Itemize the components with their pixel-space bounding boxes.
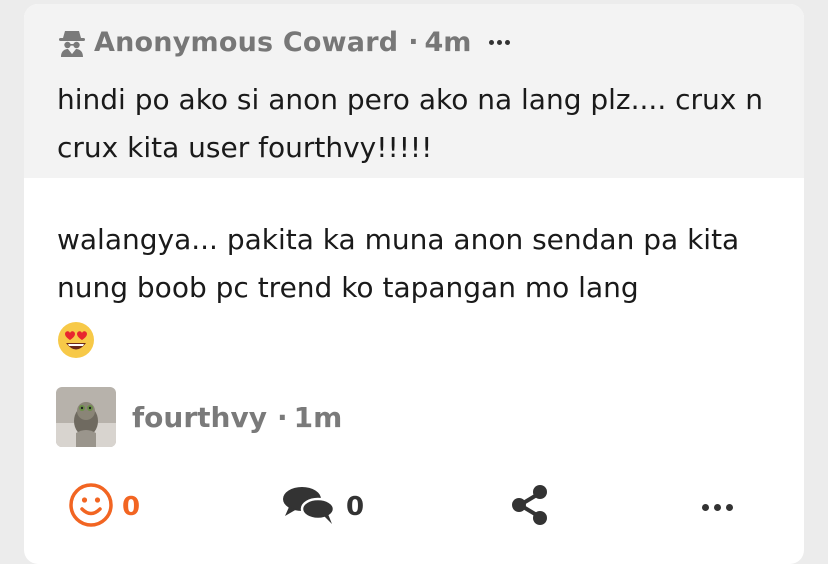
avatar[interactable]: [56, 387, 116, 447]
share-icon: [508, 482, 552, 532]
react-button[interactable]: 0: [68, 479, 140, 535]
reply-body: walangya... pakita ka muna anon sendan p…: [57, 216, 777, 360]
reply-author-row: fourthvy · 1m: [56, 386, 342, 448]
more-icon: [702, 503, 733, 511]
reply-text: walangya... pakita ka muna anon sendan p…: [57, 223, 740, 304]
reply-author-name[interactable]: fourthvy: [132, 401, 267, 434]
comments-button[interactable]: 0: [280, 479, 364, 535]
quote-time: 4m: [424, 26, 472, 58]
reply-author-separator: ·: [276, 400, 288, 434]
more-options-button[interactable]: [702, 479, 733, 535]
quote-more-icon[interactable]: [489, 39, 511, 45]
quoted-post: Anonymous Coward · 4m hindi po ako si an…: [24, 4, 804, 178]
share-button[interactable]: [508, 479, 552, 535]
quote-text: hindi po ako si anon pero ako na lang pl…: [57, 83, 764, 164]
comment-count: 0: [346, 492, 365, 522]
spy-icon: [58, 27, 86, 57]
quote-header: Anonymous Coward · 4m: [58, 24, 511, 60]
react-count: 0: [122, 492, 141, 522]
action-bar: 0 0: [24, 479, 804, 535]
post-card: Anonymous Coward · 4m hindi po ako si an…: [24, 4, 804, 564]
quote-author[interactable]: Anonymous Coward: [94, 27, 398, 58]
heart-eyes-emoji-icon: [57, 321, 95, 359]
quote-separator: ·: [408, 26, 419, 58]
smiley-icon: [68, 482, 114, 532]
reply-time: 1m: [293, 400, 343, 434]
comments-icon: [280, 482, 338, 532]
